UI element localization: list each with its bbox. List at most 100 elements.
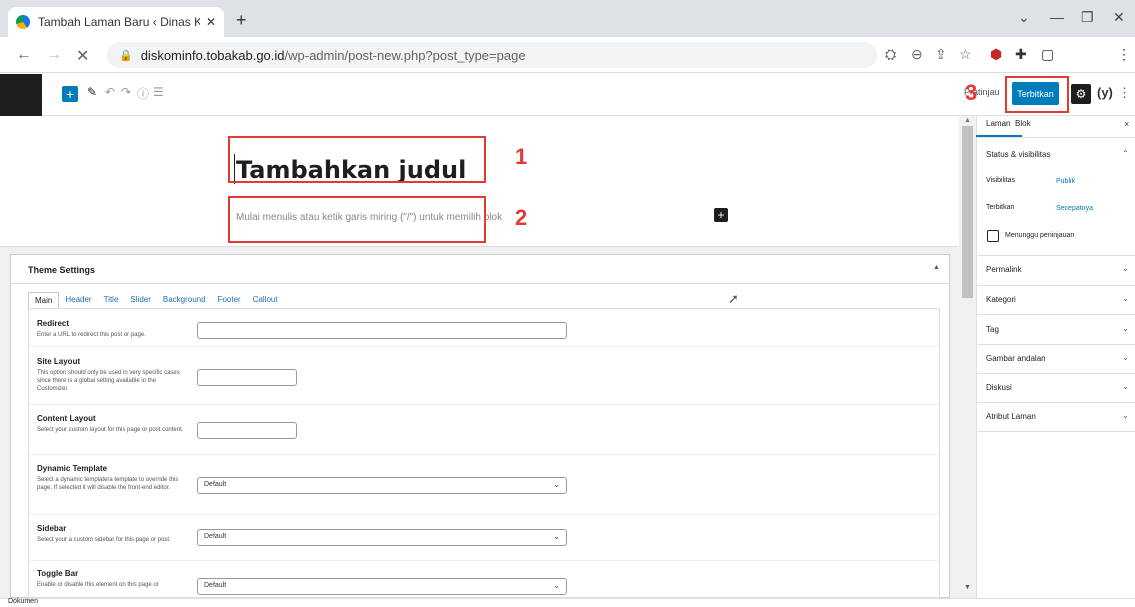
edit-pencil-icon[interactable]: ✎ [87,85,97,99]
field-row: Sidebar Select your a custom sidebar for… [29,515,939,561]
field-description: Select your a custom sidebar for this pa… [37,537,171,543]
annotation-number-2: 2 [515,205,528,230]
breadcrumb-document[interactable]: Dokumen [8,598,38,605]
visibility-link[interactable]: Publik [1056,178,1075,185]
panel-featured-image[interactable]: Gambar andalan [986,354,1046,363]
window-close-icon[interactable]: ✕ [1113,9,1125,26]
chevron-up-icon[interactable]: ⌃ [1122,149,1129,158]
chevron-down-icon[interactable]: ⌄ [1122,353,1129,362]
url-host: diskominfo.tobakab.go.id [140,47,285,63]
undo-icon[interactable]: ↶ [105,85,115,99]
zoom-icon[interactable]: ⊖ [911,46,923,63]
stop-loading-icon[interactable]: ✕ [76,46,89,66]
tab-search-chevron-icon[interactable]: ⌄ [1018,9,1030,26]
annotation-number-3: 3 [965,80,978,105]
forward-icon[interactable]: → [46,46,62,64]
block-inserter-button[interactable]: + [714,208,728,222]
divider [976,285,1135,286]
tab-slider[interactable]: Slider [124,292,156,309]
info-icon[interactable]: ⓘ [137,85,149,102]
minimize-icon[interactable]: — [1050,9,1064,25]
browser-menu-icon[interactable]: ⋮ [1117,46,1131,63]
share-icon[interactable]: ⇪ [935,46,947,63]
scrollbar-thumb[interactable] [962,126,973,298]
chevron-down-icon: ⌄ [553,480,560,489]
field-label: Redirect [37,319,70,328]
tab-header[interactable]: Header [59,292,97,309]
panel-permalink[interactable]: Permalink [986,265,1022,274]
sidebar-select[interactable]: Default ⌄ [197,529,567,546]
field-description: Select your custom layout for this page … [37,427,184,433]
field-description: Enter a URL to redirect this post or pag… [37,332,146,338]
redo-icon[interactable]: ↷ [121,85,131,99]
new-tab-button[interactable]: + [236,10,247,31]
url-field[interactable]: 🔒 diskominfo.tobakab.go.id/wp-admin/post… [107,42,877,68]
tab-main[interactable]: Main [28,292,60,309]
browser-tab-strip: Tambah Laman Baru ‹ Dinas Kon ✕ + ⌄ — ❐ … [0,0,1135,37]
panel-page-attributes[interactable]: Atribut Laman [986,412,1036,421]
status-bar [0,598,1135,607]
tab-close-icon[interactable]: ✕ [206,15,216,29]
toggle-bar-select[interactable]: Default ⌄ [197,578,567,595]
browser-tab[interactable]: Tambah Laman Baru ‹ Dinas Kon ✕ [8,7,224,37]
back-icon[interactable]: ← [16,46,32,64]
site-layout-input[interactable] [197,369,297,386]
publish-date-link[interactable]: Secepatnya [1056,205,1093,212]
bookmark-star-icon[interactable]: ☆ [959,46,972,63]
divider [976,314,1135,315]
tab-background[interactable]: Background [157,292,212,309]
status-visibility-heading[interactable]: Status & visibilitas [986,150,1050,159]
chevron-down-icon[interactable]: ⌄ [1122,324,1129,333]
divider [976,137,1135,138]
translate-icon[interactable]: ⛭ [885,46,896,63]
content-layout-input[interactable] [197,422,297,439]
dynamic-template-select[interactable]: Default ⌄ [197,477,567,494]
chevron-down-icon[interactable]: ⌄ [1122,264,1129,273]
tab-page[interactable]: Laman [986,119,1010,128]
metabox-header[interactable] [10,254,950,284]
settings-gear-icon[interactable]: ⚙ [1071,84,1091,104]
panel-discussion[interactable]: Diskusi [986,383,1012,392]
divider [976,431,1135,432]
tab-block[interactable]: Blok [1015,119,1031,128]
field-row: Toggle Bar Enable or disable this elemen… [29,561,939,597]
field-label: Content Layout [37,414,96,423]
scroll-down-icon[interactable]: ▼ [964,584,971,591]
yoast-seo-icon[interactable]: (y) [1097,85,1113,100]
wordpress-logo[interactable] [0,74,42,116]
scroll-up-icon[interactable]: ▲ [964,117,971,124]
url-path: /wp-admin/post-new.php?post_type=page [284,47,526,63]
chevron-down-icon[interactable]: ⌄ [1122,294,1129,303]
field-row: Redirect Enter a URL to redirect this po… [29,309,939,347]
panel-category[interactable]: Kategori [986,295,1016,304]
panel-tag[interactable]: Tag [986,325,999,334]
metabox-title: Theme Settings [28,265,96,275]
pending-review-checkbox[interactable] [987,230,999,242]
restore-icon[interactable]: ❐ [1081,9,1094,26]
visibility-label: Visibilitas [986,177,1016,184]
divider [976,402,1135,403]
divider [976,344,1135,345]
tab-callout[interactable]: Callout [247,292,284,309]
field-label: Toggle Bar [37,569,79,578]
field-description: This option should only be used in very … [37,370,180,392]
metabox-collapse-icon[interactable]: ▲ [933,264,940,271]
tab-title[interactable]: Title [98,292,125,309]
add-block-button[interactable]: + [62,86,78,102]
annotation-number-1: 1 [515,144,528,169]
field-label: Sidebar [37,524,67,533]
chevron-down-icon[interactable]: ⌄ [1122,411,1129,420]
field-row: Dynamic Template Select a dynamic templa… [29,455,939,515]
extensions-puzzle-icon[interactable]: ✚ [1015,46,1027,63]
tab-footer[interactable]: Footer [212,292,247,309]
close-sidebar-icon[interactable]: × [1124,119,1129,129]
ublock-extension-icon[interactable]: ⬢ [990,46,1002,63]
options-menu-icon[interactable]: ⋮ [1118,85,1131,101]
redirect-input[interactable] [197,322,567,339]
publish-label: Terbitkan [986,204,1015,211]
chevron-down-icon[interactable]: ⌄ [1122,382,1129,391]
list-view-icon[interactable]: ☰ [153,85,164,99]
side-panel-icon[interactable]: ▢ [1041,46,1054,63]
select-value: Default [204,533,227,540]
metabox-fields: Redirect Enter a URL to redirect this po… [28,308,940,598]
